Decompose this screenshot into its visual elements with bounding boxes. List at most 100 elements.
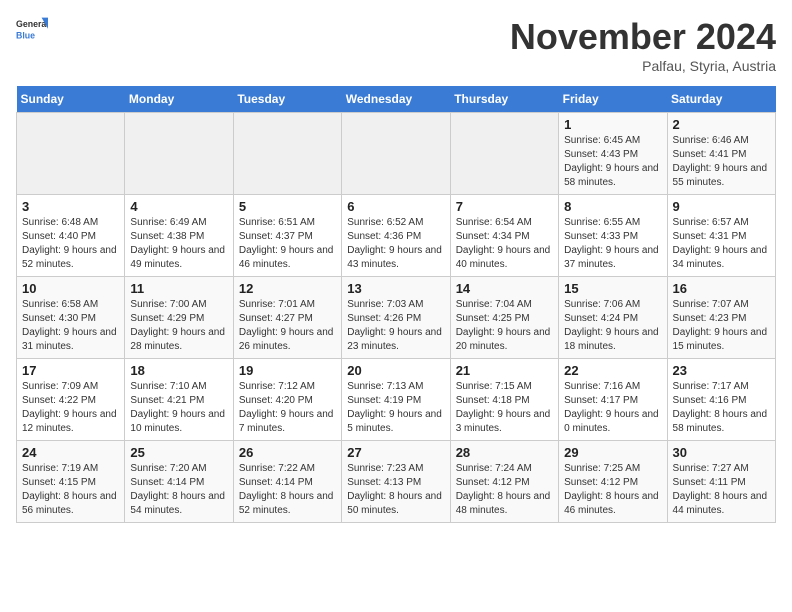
day-info: Sunrise: 7:10 AMSunset: 4:21 PMDaylight:…: [130, 380, 227, 436]
calendar-cell: 23Sunrise: 7:17 AMSunset: 4:16 PMDayligh…: [667, 359, 775, 441]
day-info: Sunrise: 7:27 AMSunset: 4:11 PMDaylight:…: [673, 462, 770, 518]
calendar-cell: 2 Sunrise: 6:46 AMSunset: 4:41 PMDaylight…: [667, 113, 775, 195]
col-header-monday: Monday: [125, 86, 233, 113]
day-number: 22: [564, 363, 661, 378]
day-number: 26: [239, 445, 336, 460]
location-subtitle: Palfau, Styria, Austria: [510, 58, 776, 74]
day-info: Sunrise: 6:54 AMSunset: 4:34 PMDaylight:…: [456, 216, 553, 272]
day-info: Sunrise: 7:12 AMSunset: 4:20 PMDaylight:…: [239, 380, 336, 436]
calendar-cell: 24 Sunrise: 7:19 AMSunset: 4:15 PMDayligh…: [17, 441, 125, 523]
day-number: 16: [673, 281, 770, 296]
calendar-cell: 12 Sunrise: 7:01 AMSunset: 4:27 PMDayligh…: [233, 277, 341, 359]
day-number: 18: [130, 363, 227, 378]
calendar-cell: 13 Sunrise: 7:03 AMSunset: 4:26 PMDayligh…: [342, 277, 450, 359]
day-number: 24: [22, 445, 119, 460]
calendar-cell: 1Sunrise: 6:45 AMSunset: 4:43 PMDaylight…: [559, 113, 667, 195]
calendar-cell: 4 Sunrise: 6:49 AMSunset: 4:38 PMDaylight…: [125, 195, 233, 277]
calendar-header-row: SundayMondayTuesdayWednesdayThursdayFrid…: [17, 86, 776, 113]
day-number: 15: [564, 281, 661, 296]
day-info: Sunrise: 7:23 AMSunset: 4:13 PMDaylight:…: [347, 462, 444, 518]
col-header-thursday: Thursday: [450, 86, 558, 113]
day-number: 19: [239, 363, 336, 378]
day-info: Sunrise: 7:06 AMSunset: 4:24 PMDaylight:…: [564, 298, 661, 354]
day-number: 25: [130, 445, 227, 460]
calendar-cell: 18 Sunrise: 7:10 AMSunset: 4:21 PMDayligh…: [125, 359, 233, 441]
calendar-cell: 25 Sunrise: 7:20 AMSunset: 4:14 PMDayligh…: [125, 441, 233, 523]
calendar-week-1: 1Sunrise: 6:45 AMSunset: 4:43 PMDaylight…: [17, 113, 776, 195]
calendar-table: SundayMondayTuesdayWednesdayThursdayFrid…: [16, 86, 776, 523]
title-block: November 2024 Palfau, Styria, Austria: [510, 16, 776, 74]
day-number: 4: [130, 199, 227, 214]
calendar-cell: 10 Sunrise: 6:58 AMSunset: 4:30 PMDayligh…: [17, 277, 125, 359]
day-number: 13: [347, 281, 444, 296]
calendar-cell: 15 Sunrise: 7:06 AMSunset: 4:24 PMDayligh…: [559, 277, 667, 359]
calendar-cell: 9Sunrise: 6:57 AMSunset: 4:31 PMDaylight…: [667, 195, 775, 277]
calendar-cell: 16 Sunrise: 7:07 AMSunset: 4:23 PMDayligh…: [667, 277, 775, 359]
day-info: Sunrise: 6:46 AMSunset: 4:41 PMDaylight:…: [673, 134, 770, 190]
day-number: 23: [673, 363, 770, 378]
day-info: Sunrise: 7:07 AMSunset: 4:23 PMDaylight:…: [673, 298, 770, 354]
calendar-cell: 21Sunrise: 7:15 AMSunset: 4:18 PMDayligh…: [450, 359, 558, 441]
calendar-cell: 28 Sunrise: 7:24 AMSunset: 4:12 PMDayligh…: [450, 441, 558, 523]
svg-text:Blue: Blue: [16, 30, 35, 40]
calendar-week-5: 24 Sunrise: 7:19 AMSunset: 4:15 PMDayligh…: [17, 441, 776, 523]
calendar-cell: 17Sunrise: 7:09 AMSunset: 4:22 PMDayligh…: [17, 359, 125, 441]
day-info: Sunrise: 7:04 AMSunset: 4:25 PMDaylight:…: [456, 298, 553, 354]
calendar-cell: [342, 113, 450, 195]
day-info: Sunrise: 6:51 AMSunset: 4:37 PMDaylight:…: [239, 216, 336, 272]
day-number: 8: [564, 199, 661, 214]
calendar-week-4: 17Sunrise: 7:09 AMSunset: 4:22 PMDayligh…: [17, 359, 776, 441]
day-number: 14: [456, 281, 553, 296]
calendar-cell: 7 Sunrise: 6:54 AMSunset: 4:34 PMDaylight…: [450, 195, 558, 277]
day-info: Sunrise: 6:55 AMSunset: 4:33 PMDaylight:…: [564, 216, 661, 272]
day-info: Sunrise: 7:25 AMSunset: 4:12 PMDaylight:…: [564, 462, 661, 518]
day-info: Sunrise: 7:03 AMSunset: 4:26 PMDaylight:…: [347, 298, 444, 354]
calendar-cell: 19 Sunrise: 7:12 AMSunset: 4:20 PMDayligh…: [233, 359, 341, 441]
calendar-cell: 26 Sunrise: 7:22 AMSunset: 4:14 PMDayligh…: [233, 441, 341, 523]
calendar-cell: 20Sunrise: 7:13 AMSunset: 4:19 PMDayligh…: [342, 359, 450, 441]
day-info: Sunrise: 6:48 AMSunset: 4:40 PMDaylight:…: [22, 216, 119, 272]
day-number: 10: [22, 281, 119, 296]
calendar-cell: 30Sunrise: 7:27 AMSunset: 4:11 PMDayligh…: [667, 441, 775, 523]
calendar-cell: 29 Sunrise: 7:25 AMSunset: 4:12 PMDayligh…: [559, 441, 667, 523]
calendar-cell: [125, 113, 233, 195]
col-header-tuesday: Tuesday: [233, 86, 341, 113]
day-info: Sunrise: 7:01 AMSunset: 4:27 PMDaylight:…: [239, 298, 336, 354]
day-info: Sunrise: 7:22 AMSunset: 4:14 PMDaylight:…: [239, 462, 336, 518]
calendar-cell: 14 Sunrise: 7:04 AMSunset: 4:25 PMDayligh…: [450, 277, 558, 359]
day-info: Sunrise: 6:49 AMSunset: 4:38 PMDaylight:…: [130, 216, 227, 272]
day-number: 27: [347, 445, 444, 460]
day-info: Sunrise: 6:45 AMSunset: 4:43 PMDaylight:…: [564, 134, 661, 190]
calendar-cell: 8 Sunrise: 6:55 AMSunset: 4:33 PMDaylight…: [559, 195, 667, 277]
day-info: Sunrise: 6:57 AMSunset: 4:31 PMDaylight:…: [673, 216, 770, 272]
calendar-cell: [17, 113, 125, 195]
day-number: 11: [130, 281, 227, 296]
col-header-sunday: Sunday: [17, 86, 125, 113]
day-info: Sunrise: 6:58 AMSunset: 4:30 PMDaylight:…: [22, 298, 119, 354]
logo: General Blue: [16, 16, 48, 48]
day-number: 21: [456, 363, 553, 378]
day-number: 29: [564, 445, 661, 460]
day-number: 12: [239, 281, 336, 296]
calendar-cell: [233, 113, 341, 195]
day-number: 28: [456, 445, 553, 460]
calendar-cell: 11Sunrise: 7:00 AMSunset: 4:29 PMDayligh…: [125, 277, 233, 359]
day-info: Sunrise: 7:19 AMSunset: 4:15 PMDaylight:…: [22, 462, 119, 518]
day-number: 6: [347, 199, 444, 214]
day-number: 7: [456, 199, 553, 214]
col-header-saturday: Saturday: [667, 86, 775, 113]
day-info: Sunrise: 7:24 AMSunset: 4:12 PMDaylight:…: [456, 462, 553, 518]
svg-text:General: General: [16, 19, 48, 29]
day-number: 2: [673, 117, 770, 132]
calendar-cell: 27 Sunrise: 7:23 AMSunset: 4:13 PMDayligh…: [342, 441, 450, 523]
page-header: General Blue November 2024 Palfau, Styri…: [16, 16, 776, 74]
day-number: 17: [22, 363, 119, 378]
calendar-cell: [450, 113, 558, 195]
logo-icon: General Blue: [16, 16, 48, 48]
day-info: Sunrise: 7:16 AMSunset: 4:17 PMDaylight:…: [564, 380, 661, 436]
month-title: November 2024: [510, 16, 776, 58]
day-info: Sunrise: 7:20 AMSunset: 4:14 PMDaylight:…: [130, 462, 227, 518]
col-header-friday: Friday: [559, 86, 667, 113]
col-header-wednesday: Wednesday: [342, 86, 450, 113]
day-info: Sunrise: 7:13 AMSunset: 4:19 PMDaylight:…: [347, 380, 444, 436]
